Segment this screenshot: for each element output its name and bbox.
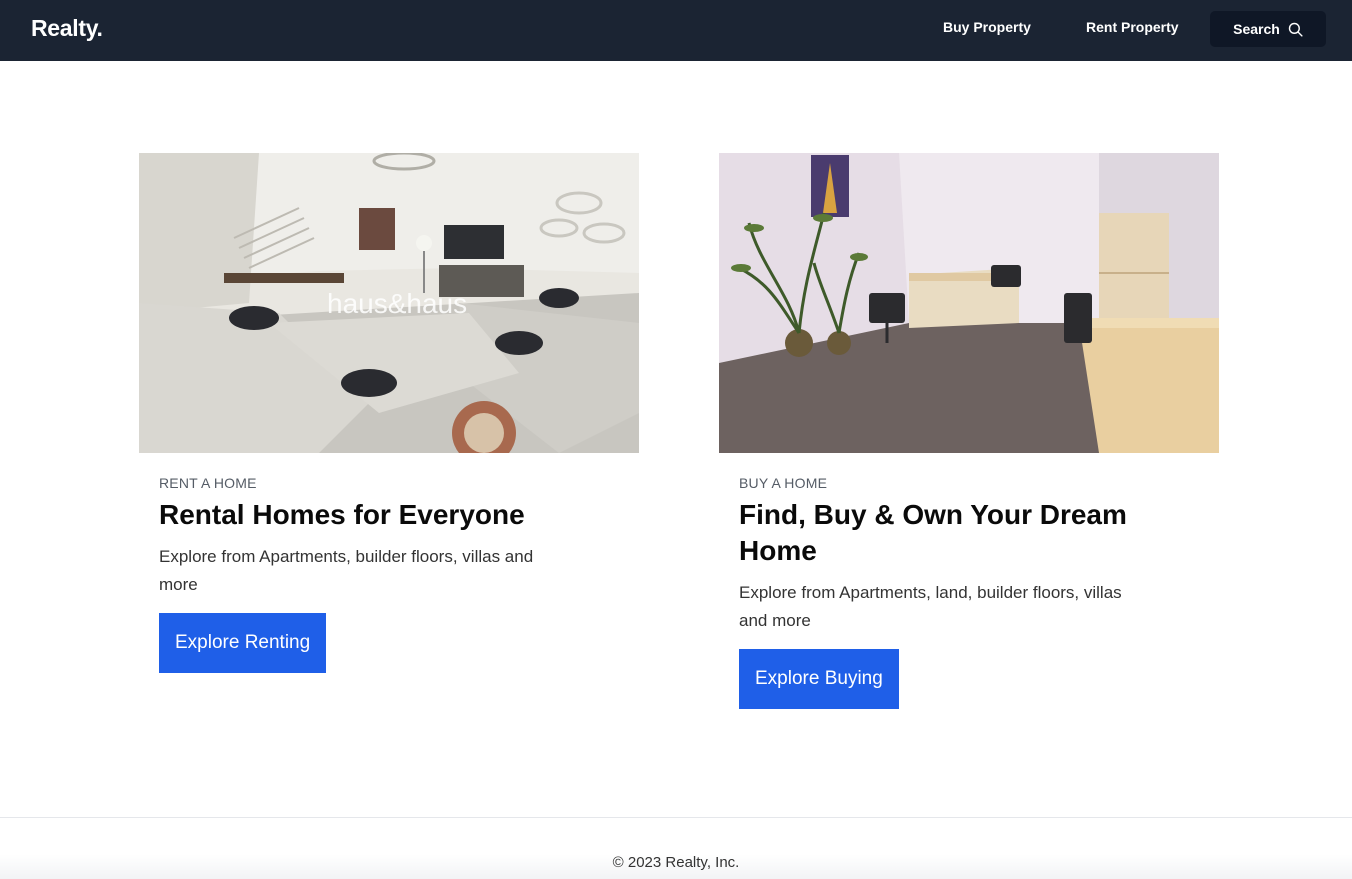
explore-buying-button[interactable]: Explore Buying — [739, 649, 899, 709]
buy-card-body: BUY A HOME Find, Buy & Own Your Dream Ho… — [719, 453, 1219, 709]
buy-eyebrow: BUY A HOME — [739, 475, 828, 491]
search-button-label: Search — [1233, 21, 1280, 37]
nav-buy-property[interactable]: Buy Property — [943, 19, 1031, 35]
nav-rent-property[interactable]: Rent Property — [1086, 19, 1179, 35]
buy-card: BUY A HOME Find, Buy & Own Your Dream Ho… — [719, 153, 1219, 709]
brand-logo[interactable]: Realty. — [31, 15, 103, 42]
rent-card-body: RENT A HOME Rental Homes for Everyone Ex… — [139, 453, 639, 673]
svg-text:haus&haus: haus&haus — [327, 288, 467, 319]
rent-title: Rental Homes for Everyone — [159, 499, 525, 530]
living-room-image: haus&haus — [139, 153, 639, 453]
search-button[interactable]: Search — [1210, 11, 1326, 47]
search-icon — [1288, 22, 1303, 37]
buy-description: Explore from Apartments, land, builder f… — [739, 583, 1122, 630]
rent-eyebrow: RENT A HOME — [159, 475, 257, 491]
explore-renting-button[interactable]: Explore Renting — [159, 613, 327, 673]
top-navbar: Realty. Buy Property Rent Property Searc… — [0, 0, 1352, 61]
office-room-image — [719, 153, 1219, 453]
buy-title: Find, Buy & Own Your Dream Home — [739, 499, 1127, 566]
rent-description: Explore from Apartments, builder floors,… — [159, 547, 534, 594]
footer: © 2023 Realty, Inc. — [0, 817, 1352, 879]
footer-copyright: © 2023 Realty, Inc. — [612, 854, 740, 871]
rent-card: haus&haus RENT A HOME Rental Homes for E… — [139, 153, 639, 673]
